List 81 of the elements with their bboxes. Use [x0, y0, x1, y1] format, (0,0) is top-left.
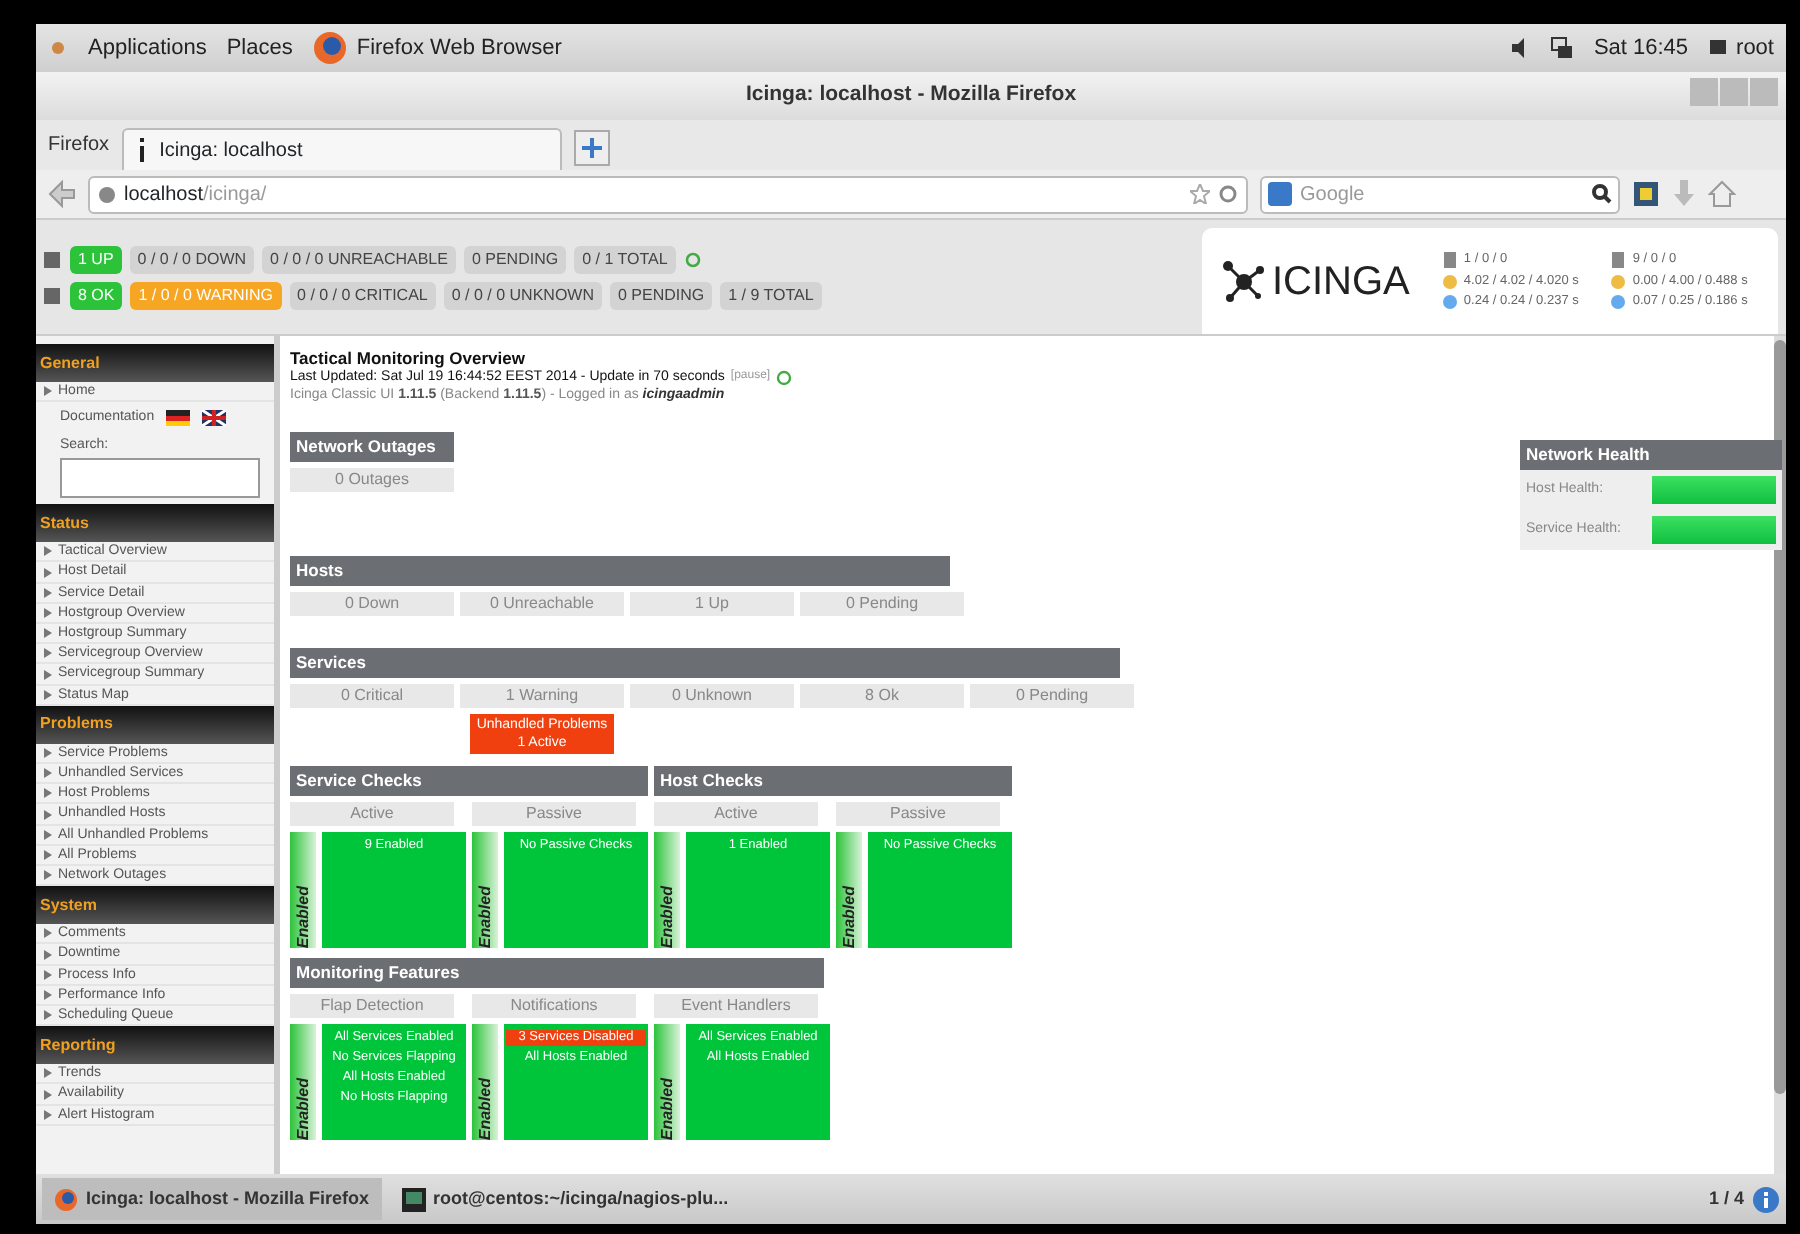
state-label: Enabled — [473, 1075, 495, 1140]
taskbar-item[interactable]: root@centos:~/icinga/nagios-plu... — [389, 1178, 741, 1220]
home-icon[interactable] — [1708, 180, 1736, 208]
plus-icon — [581, 138, 602, 158]
monitor-icon — [42, 285, 62, 305]
user-icon[interactable] — [1708, 38, 1729, 58]
state-label: Enabled — [655, 883, 677, 948]
firefox-icon[interactable] — [312, 30, 349, 66]
section-header: Service Checks — [290, 766, 648, 796]
globe-icon — [98, 185, 116, 203]
flag-icon[interactable] — [166, 410, 191, 427]
section-header: Monitoring Features — [290, 958, 824, 988]
column-heading: Passive — [836, 802, 1000, 826]
column-heading: Active — [654, 802, 818, 826]
server-icon — [1441, 251, 1458, 268]
top-menu[interactable]: Places — [226, 31, 293, 65]
status-badge[interactable]: 0 PENDING — [610, 281, 713, 309]
status-badge[interactable]: 0 PENDING — [463, 245, 567, 273]
section-header: Services — [290, 648, 1120, 678]
browser-tab[interactable]: Icinga: localhost — [121, 128, 562, 170]
info-icon[interactable] — [1752, 1185, 1780, 1213]
state-label: Enabled — [291, 1075, 313, 1140]
column-heading: Flap Detection — [290, 994, 454, 1018]
page-title: Tactical Monitoring Overview — [290, 348, 527, 368]
network-nodes-icon — [1222, 259, 1266, 303]
address-bar[interactable]: localhost/icinga/ — [88, 175, 1248, 213]
bookmarks-icon[interactable] — [1632, 180, 1660, 208]
monitor-icon — [1610, 251, 1627, 268]
workspace-pager[interactable]: 1 / 4 — [1708, 1185, 1744, 1213]
column-heading: Notifications — [472, 994, 636, 1018]
flag-icon[interactable] — [202, 410, 227, 427]
search-engine-icon[interactable] — [1268, 182, 1292, 206]
top-menu[interactable]: Applications — [88, 31, 207, 65]
sidebar-heading[interactable]: Problems — [36, 705, 274, 744]
sidebar-heading[interactable]: Status — [36, 504, 274, 543]
taskbar-item[interactable]: Icinga: localhost - Mozilla Firefox — [42, 1178, 382, 1220]
status-badge[interactable]: 0 / 1 TOTAL — [574, 245, 676, 273]
state-label: Enabled — [655, 1075, 677, 1140]
url-text: localhost/icinga/ — [124, 181, 267, 209]
column-heading: Active — [290, 802, 454, 826]
column-heading: Event Handlers — [654, 994, 818, 1018]
back-icon[interactable] — [48, 180, 76, 208]
section-header: Network Outages — [290, 432, 454, 462]
search-field[interactable] — [60, 458, 260, 499]
health-bar — [1652, 516, 1776, 544]
state-label: Enabled — [837, 883, 859, 948]
speaker-icon[interactable] — [1509, 38, 1530, 58]
triangle-icon — [44, 386, 52, 397]
new-tab-button[interactable] — [573, 130, 610, 166]
clock[interactable]: Sat 16:45 — [1593, 31, 1689, 65]
firefox-icon — [54, 1187, 78, 1211]
network-icon[interactable] — [1549, 36, 1574, 60]
sidebar-heading[interactable]: General — [36, 344, 274, 382]
state-label: Enabled — [291, 883, 313, 948]
status-badge[interactable]: 1 / 9 TOTAL — [720, 281, 822, 309]
column-heading: Passive — [472, 802, 636, 826]
window-title: Icinga: localhost - Mozilla Firefox — [745, 80, 1077, 111]
section-header: Hosts — [290, 556, 950, 586]
sidebar-heading[interactable]: Reporting — [36, 1026, 274, 1065]
health-bar — [1652, 476, 1776, 504]
scrollbar[interactable] — [1774, 340, 1786, 1095]
sidebar-heading[interactable]: System — [36, 886, 274, 925]
star-icon[interactable] — [1190, 184, 1210, 204]
section-header: Host Checks — [654, 766, 1012, 796]
terminal-icon — [401, 1187, 426, 1211]
reload-icon[interactable] — [1218, 184, 1238, 204]
logo-text: ICINGA — [1272, 257, 1410, 307]
refresh-icon[interactable] — [776, 369, 793, 385]
user-menu[interactable]: root — [1736, 31, 1774, 65]
info-icon — [135, 138, 148, 162]
state-label: Enabled — [473, 883, 495, 948]
search-icon[interactable] — [1592, 184, 1612, 204]
firefox-menu[interactable]: Firefox — [48, 130, 110, 160]
status-badge[interactable]: 0 / 0 / 0 DOWN — [129, 245, 255, 273]
server-icon — [42, 249, 62, 269]
section-header: Network Health — [1520, 440, 1782, 470]
app-menu[interactable]: Firefox Web Browser — [356, 31, 562, 65]
refresh-icon[interactable] — [683, 250, 702, 268]
status-badge[interactable]: 0 / 0 / 0 UNKNOWN — [443, 281, 602, 309]
status-badge[interactable]: 0 / 0 / 0 UNREACHABLE — [262, 245, 456, 273]
status-badge[interactable]: 0 / 0 / 0 CRITICAL — [289, 281, 436, 309]
